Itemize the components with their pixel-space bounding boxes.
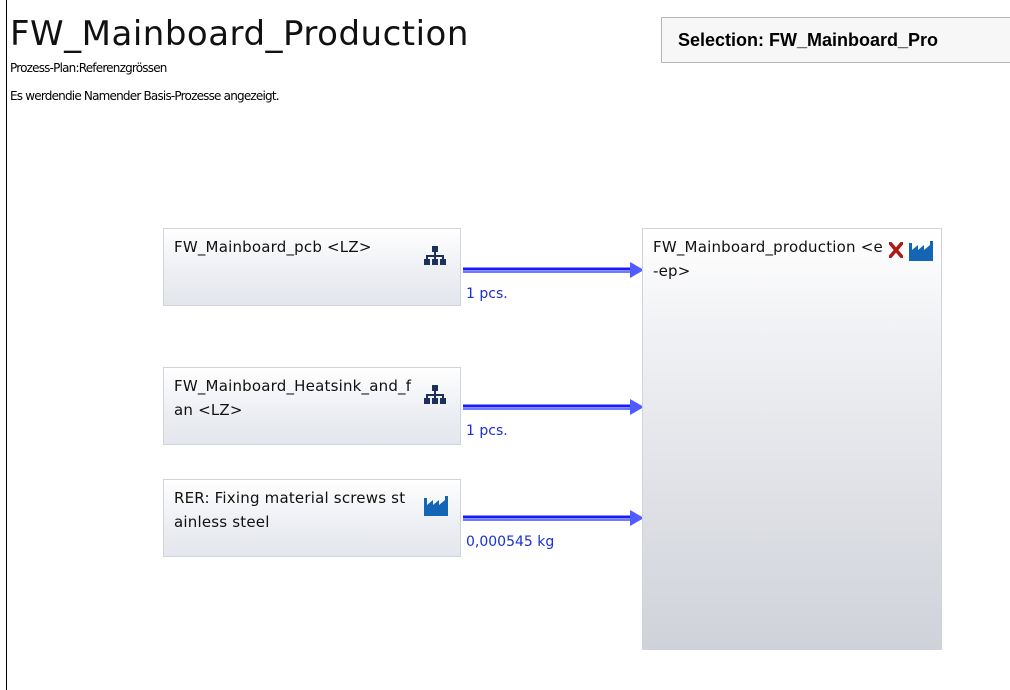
process-node-heatsink[interactable]: FW_Mainboard_Heatsink_and_fan <LZ>	[163, 367, 461, 445]
hierarchy-icon[interactable]	[424, 384, 446, 413]
node-label: FW_Mainboard_production <e-ep>	[653, 238, 883, 280]
process-node-production[interactable]: FW_Mainboard_production <e-ep>	[642, 228, 942, 650]
node-label: RER: Fixing material screws stainless st…	[174, 489, 406, 531]
edge-pcb[interactable]	[463, 262, 644, 278]
edge-label-screws: 0,000545 kg	[466, 534, 555, 550]
node-label: FW_Mainboard_Heatsink_and_fan <LZ>	[174, 377, 412, 419]
factory-icon[interactable]	[909, 241, 933, 268]
delete-icon[interactable]	[887, 240, 905, 265]
hierarchy-icon[interactable]	[424, 245, 446, 274]
process-node-pcb[interactable]: FW_Mainboard_pcb <LZ>	[163, 228, 461, 306]
edge-heatsink[interactable]	[463, 399, 644, 415]
node-label: FW_Mainboard_pcb <LZ>	[174, 238, 372, 256]
factory-icon[interactable]	[424, 496, 448, 523]
edge-screws[interactable]	[463, 510, 644, 526]
edge-label-heatsink: 1 pcs.	[466, 423, 508, 439]
process-node-screws[interactable]: RER: Fixing material screws stainless st…	[163, 479, 461, 557]
edge-label-pcb: 1 pcs.	[466, 286, 508, 302]
